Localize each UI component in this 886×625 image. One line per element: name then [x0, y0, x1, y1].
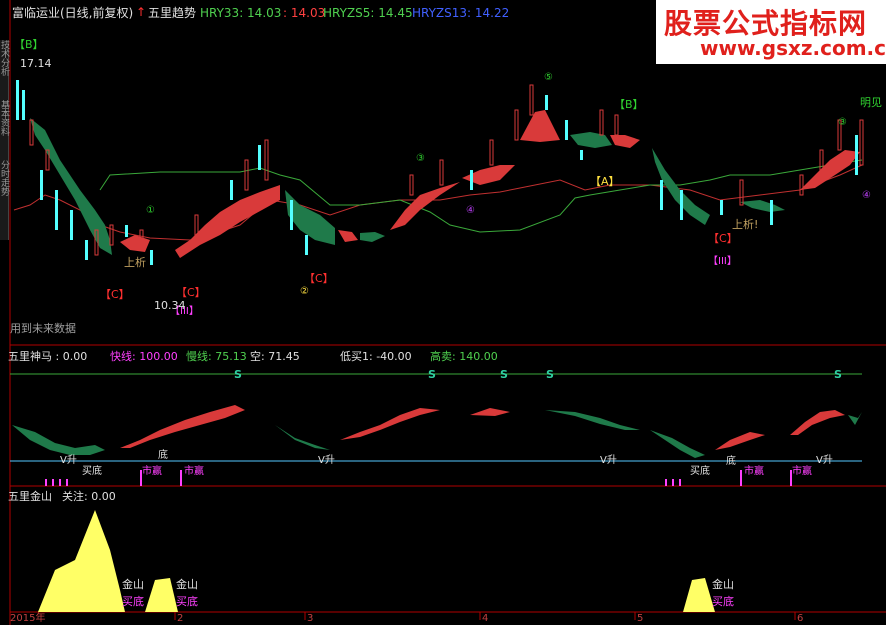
- stock-title: 富临运业(日线,前复权): [12, 6, 134, 20]
- cloud-green-4: [570, 132, 612, 148]
- market-win-4: 市赢: [792, 466, 812, 477]
- cloud-red-4: [390, 182, 460, 230]
- cloud-red-5: [462, 165, 515, 185]
- label-a: 【A】: [590, 175, 620, 188]
- buy-bottom-2: 买底: [690, 466, 710, 477]
- market-win-3: 市赢: [744, 466, 764, 477]
- buy-bottom-label-3: 买底: [712, 595, 734, 608]
- cloud-red-6: [520, 110, 560, 142]
- badge-n8: ③: [838, 117, 847, 128]
- label-c3: 【C】: [304, 272, 334, 285]
- low-price: 10.34: [154, 299, 186, 312]
- osc-red-4: [715, 432, 765, 450]
- cloud-red-3: [338, 230, 358, 242]
- indicator-name: 五里趋势: [148, 6, 197, 20]
- label-b2: 【B】: [614, 98, 644, 111]
- osc-green-1: [12, 425, 105, 455]
- s-marker-1: S: [234, 368, 242, 381]
- badge-n9: ④: [862, 190, 871, 201]
- market-win-1: 市赢: [142, 466, 162, 477]
- panel2-low-buy: 低买1: -40.00: [340, 350, 412, 363]
- hry33-label: HRY33: 14.03: [200, 6, 282, 20]
- panel2-empty: 空: 71.45: [250, 350, 300, 363]
- s-marker-3: S: [500, 368, 508, 381]
- badge-n1: ①: [146, 205, 155, 216]
- arrow-up-icon: ↑: [136, 5, 147, 19]
- panel3-focus: 关注: 0.00: [62, 490, 116, 503]
- x-axis-month-3: 3: [307, 613, 314, 624]
- right-label: 明见: [860, 96, 882, 109]
- label-up2: 上析!: [732, 218, 759, 231]
- panel2-name: 五里神马 : 0.00: [8, 350, 88, 363]
- gold-mountain-3: [683, 578, 715, 612]
- chart-canvas: [9, 0, 886, 625]
- v-up-1: V升: [60, 455, 77, 466]
- osc-green-3: [545, 410, 640, 430]
- v-up-4: V升: [816, 455, 833, 466]
- cloud-green-6: [740, 200, 785, 212]
- buy-bottom-1: 买底: [82, 466, 102, 477]
- gold-label-1: 金山: [122, 578, 144, 591]
- gold-label-2: 金山: [176, 578, 198, 591]
- buy-bottom-label-1: 买底: [122, 595, 144, 608]
- osc-green-4: [650, 430, 705, 458]
- gold-label-3: 金山: [712, 578, 734, 591]
- label-c4: 【C】: [708, 232, 738, 245]
- badge-n5: ⑤: [544, 72, 553, 83]
- gold-mountain-1: [38, 510, 125, 612]
- bottom-1: 底: [158, 450, 168, 461]
- cloud-red-2: [175, 185, 280, 258]
- panel2-slow: 慢线: 75.13: [186, 350, 247, 363]
- high-price: 17.14: [20, 57, 52, 70]
- x-axis-month-4: 4: [482, 613, 489, 624]
- osc-green-2: [255, 410, 330, 450]
- s-marker-4: S: [546, 368, 554, 381]
- bottom-2: 底: [726, 456, 736, 467]
- watermark-url: www.gsxz.com.cn: [700, 36, 886, 60]
- hryzs13-label: HRYZS13: 14.22: [412, 6, 510, 20]
- osc-red-1: [120, 405, 245, 448]
- v-up-2: V升: [318, 455, 335, 466]
- market-win-2: 市赢: [184, 466, 204, 477]
- badge-n3: ③: [416, 153, 425, 164]
- buy-bottom-label-2: 买底: [176, 595, 198, 608]
- gold-mountain-2: [145, 578, 178, 612]
- hry33-value2: : 14.03: [283, 6, 326, 20]
- osc-red-5: [790, 410, 845, 435]
- osc-red-3: [470, 408, 510, 416]
- hryzs5-label: HRYZS5: 14.45: [323, 6, 413, 20]
- label-c2: 【C】: [176, 286, 206, 299]
- label-up1: 上析: [124, 256, 146, 269]
- panel3-name: 五里金山: [8, 490, 52, 503]
- badge-n4: ④: [466, 205, 475, 216]
- label-iii2: 【III】: [708, 256, 737, 267]
- label-c1: 【C】: [100, 288, 130, 301]
- panel2-high-sell: 高卖: 140.00: [430, 350, 498, 363]
- panel2-fast: 快线: 100.00: [110, 350, 178, 363]
- s-marker-5: S: [834, 368, 842, 381]
- label-b1: 【B】: [14, 38, 44, 51]
- future-data-note: 用到未来数据: [10, 322, 76, 335]
- x-axis-month-5: 5: [637, 613, 644, 624]
- badge-n2: ②: [300, 286, 309, 297]
- osc-green-5: [848, 412, 862, 425]
- x-axis-month-2: 2: [177, 613, 184, 624]
- cloud-green-3: [360, 232, 385, 242]
- x-axis-month-6: 6: [797, 613, 804, 624]
- osc-red-2: [340, 408, 440, 440]
- v-up-3: V升: [600, 455, 617, 466]
- cloud-red-7: [610, 135, 640, 148]
- s-marker-2: S: [428, 368, 436, 381]
- x-axis-year: 2015年: [10, 613, 46, 624]
